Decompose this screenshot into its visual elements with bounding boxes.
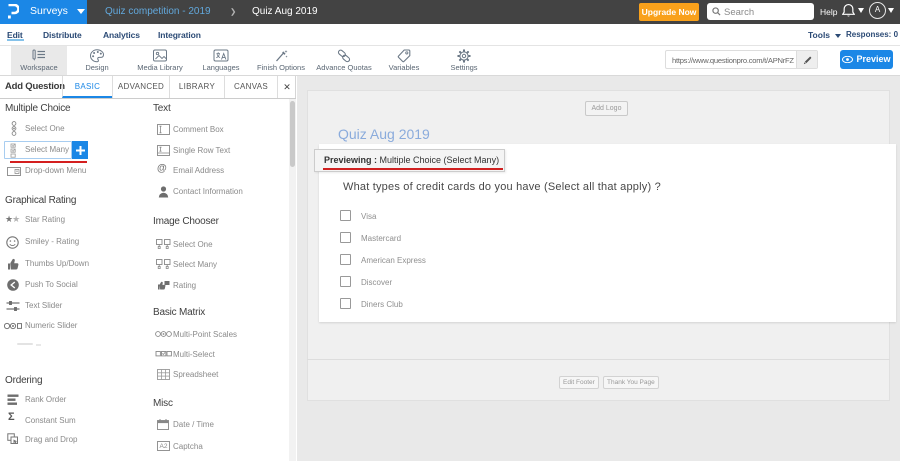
svg-text:A2: A2	[160, 443, 168, 450]
